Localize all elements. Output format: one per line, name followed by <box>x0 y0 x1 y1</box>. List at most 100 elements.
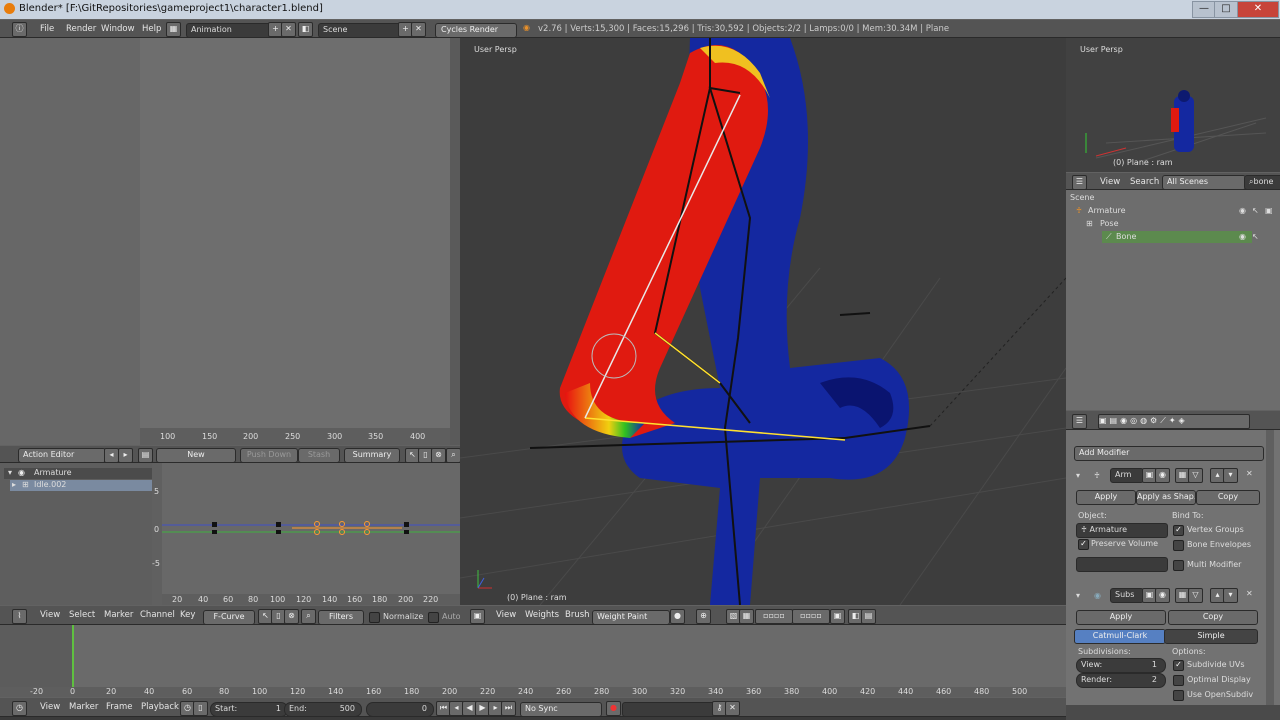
editor-type-icon[interactable]: ⓘ <box>12 22 27 37</box>
mode-dropdown[interactable]: Weight Paint <box>592 610 670 625</box>
keyframe-selected[interactable] <box>364 521 370 527</box>
tree-item-armature[interactable]: ♰ Armature ◉ ↖ ▣ <box>1066 205 1280 217</box>
menu-file[interactable]: File <box>40 24 54 34</box>
action-editor-mode-dropdown[interactable]: Action Editor <box>18 448 106 463</box>
push-down-button[interactable]: Push Down <box>240 448 298 463</box>
display-mode-dropdown[interactable]: All Scenes <box>1162 175 1246 190</box>
current-frame-line[interactable] <box>72 625 74 687</box>
search-icon[interactable]: ⌕ <box>301 609 316 624</box>
keying-set-field[interactable] <box>622 702 718 717</box>
stash-button[interactable]: Stash <box>298 448 340 463</box>
properties-editor-type-icon[interactable]: ☰ <box>1072 414 1087 429</box>
cage-icon[interactable]: ▽ <box>1188 468 1203 483</box>
delete-keyframe-icon[interactable]: ✕ <box>725 701 740 716</box>
tree-item-bone[interactable]: ⟋ Bone <box>1102 231 1252 243</box>
filters-button[interactable]: Filters <box>318 610 364 625</box>
screen-layout-field[interactable]: Animation <box>186 23 274 38</box>
new-action-button[interactable]: New <box>156 448 236 463</box>
prev-action-icon[interactable]: ◂ <box>104 448 119 463</box>
catmull-clark-toggle[interactable]: Catmull-Clark <box>1074 629 1166 644</box>
properties-context-tabs[interactable]: ▣▤◉◎◍⚙⟋✦◈ <box>1098 414 1250 429</box>
eye-icon[interactable]: ◉ <box>18 468 25 477</box>
menu-view[interactable]: View <box>40 702 60 712</box>
render-icon[interactable]: ◉ <box>1155 588 1170 603</box>
render-icon[interactable]: ▣ <box>1265 206 1273 215</box>
layer-buttons[interactable]: ▫▫▫▫ <box>755 609 793 624</box>
keyframe[interactable] <box>212 522 217 527</box>
keyframe[interactable] <box>276 530 281 534</box>
render-levels-field[interactable]: Render: 2 <box>1076 673 1166 688</box>
end-frame-field[interactable]: End: 500 <box>284 702 362 717</box>
sync-mode-dropdown[interactable]: No Sync <box>520 702 602 717</box>
expand-icon[interactable]: ▾ <box>8 468 12 477</box>
subs-copy-button[interactable]: Copy <box>1168 610 1258 625</box>
viewport-shading-icon[interactable]: ● <box>670 609 685 624</box>
viewport-3d[interactable]: User Persp (0) Plane : ram <box>460 38 1066 605</box>
preview-range-icon[interactable]: ▯ <box>193 701 208 716</box>
collapse-icon[interactable]: ▾ <box>1076 471 1080 480</box>
close-window-button[interactable]: ✕ <box>1237 1 1279 18</box>
render-engine-dropdown[interactable]: Cycles Render <box>435 23 517 38</box>
remove-screen-icon[interactable]: ✕ <box>281 22 296 37</box>
screen-layout-icon[interactable]: ▦ <box>166 22 181 37</box>
search-filter-icon[interactable]: ⌕ <box>446 448 461 463</box>
menu-view[interactable]: View <box>496 610 516 620</box>
only-errors-icon[interactable]: ⊗ <box>284 609 299 624</box>
keyframe-selected[interactable] <box>314 521 320 527</box>
outliner-editor-type-icon[interactable]: ☰ <box>1072 175 1087 190</box>
remove-modifier-icon[interactable]: ✕ <box>1246 469 1253 478</box>
menu-channel[interactable]: Channel <box>140 610 175 620</box>
multi-modifier-checkbox[interactable] <box>1173 560 1184 571</box>
select-arrow-icon[interactable]: ↖ <box>1252 232 1259 241</box>
layer-buttons[interactable]: ▫▫▫▫ <box>792 609 830 624</box>
graph-scrollbar[interactable] <box>450 38 460 445</box>
simple-toggle[interactable]: Simple <box>1164 629 1258 644</box>
subs-apply-button[interactable]: Apply <box>1076 610 1166 625</box>
keyframe[interactable] <box>404 530 409 534</box>
menu-key[interactable]: Key <box>180 610 195 620</box>
record-icon[interactable]: ● <box>606 701 621 716</box>
timeline-region[interactable]: -20 0 20 40 60 80 100 120 140 160 180 20… <box>0 625 1066 697</box>
view-levels-field[interactable]: View: 1 <box>1076 658 1166 673</box>
properties-scrollbar[interactable] <box>1266 430 1274 705</box>
armature-object-field[interactable]: ♰ Armature <box>1076 523 1168 538</box>
graph-editor-type-icon[interactable]: ⌇ <box>12 609 27 624</box>
outliner-tree[interactable]: Scene ♰ Armature ◉ ↖ ▣ ⊞ Pose ⟋ Bone ◉ ↖ <box>1066 190 1280 410</box>
menu-weights[interactable]: Weights <box>525 610 559 620</box>
expand-icon[interactable]: ▸ <box>12 480 16 489</box>
maximize-button[interactable]: □ <box>1214 1 1238 18</box>
render-image-icon[interactable]: ▤ <box>861 609 876 624</box>
tree-item-scene[interactable]: Scene <box>1066 192 1280 204</box>
timeline-editor-type-icon[interactable]: ◷ <box>12 701 27 716</box>
current-frame-field[interactable]: 0 <box>366 702 434 717</box>
outliner-search-input[interactable]: ⌕bone <box>1244 175 1280 190</box>
menu-window[interactable]: Window <box>101 24 135 34</box>
arm-copy-button[interactable]: Copy <box>1196 490 1260 505</box>
menu-render[interactable]: Render <box>66 24 96 34</box>
render-icon[interactable]: ◉ <box>1155 468 1170 483</box>
menu-help[interactable]: Help <box>142 24 161 34</box>
keyframe-selected[interactable] <box>339 521 345 527</box>
bone-envelopes-checkbox[interactable] <box>1173 540 1184 551</box>
next-action-icon[interactable]: ▸ <box>118 448 133 463</box>
menu-select[interactable]: Select <box>69 610 95 620</box>
tree-item-pose[interactable]: ⊞ Pose <box>1066 218 1280 230</box>
start-frame-field[interactable]: Start: 1 <box>210 702 288 717</box>
scene-icon[interactable]: ◧ <box>298 22 313 37</box>
summary-toggle[interactable]: Summary <box>344 448 400 463</box>
channel-armature[interactable]: ▾ ◉ Armature <box>4 468 152 479</box>
arm-apply-button[interactable]: Apply <box>1076 490 1136 505</box>
vertex-groups-checkbox[interactable]: ✓ <box>1173 525 1184 536</box>
subdivide-uvs-checkbox[interactable]: ✓ <box>1173 660 1184 671</box>
remove-modifier-icon[interactable]: ✕ <box>1246 589 1253 598</box>
apply-as-shape-button[interactable]: Apply as Shap... <box>1136 490 1196 505</box>
dopesheet-region[interactable]: ▾ ◉ Armature ▸ ⊞ Idle.002 5 0 -5 20 40 6… <box>0 463 460 605</box>
normalize-checkbox[interactable] <box>369 612 380 623</box>
menu-brush[interactable]: Brush <box>565 610 590 620</box>
fcurve-mode-dropdown[interactable]: F-Curve <box>203 610 255 625</box>
eye-icon[interactable]: ◉ <box>1239 232 1246 241</box>
pivot-icon[interactable]: ⊕ <box>696 609 711 624</box>
viewport-editor-type-icon[interactable]: ▣ <box>470 609 485 624</box>
keyframe-area[interactable] <box>162 463 460 593</box>
modifier-name-input[interactable]: Arm <box>1110 468 1144 483</box>
